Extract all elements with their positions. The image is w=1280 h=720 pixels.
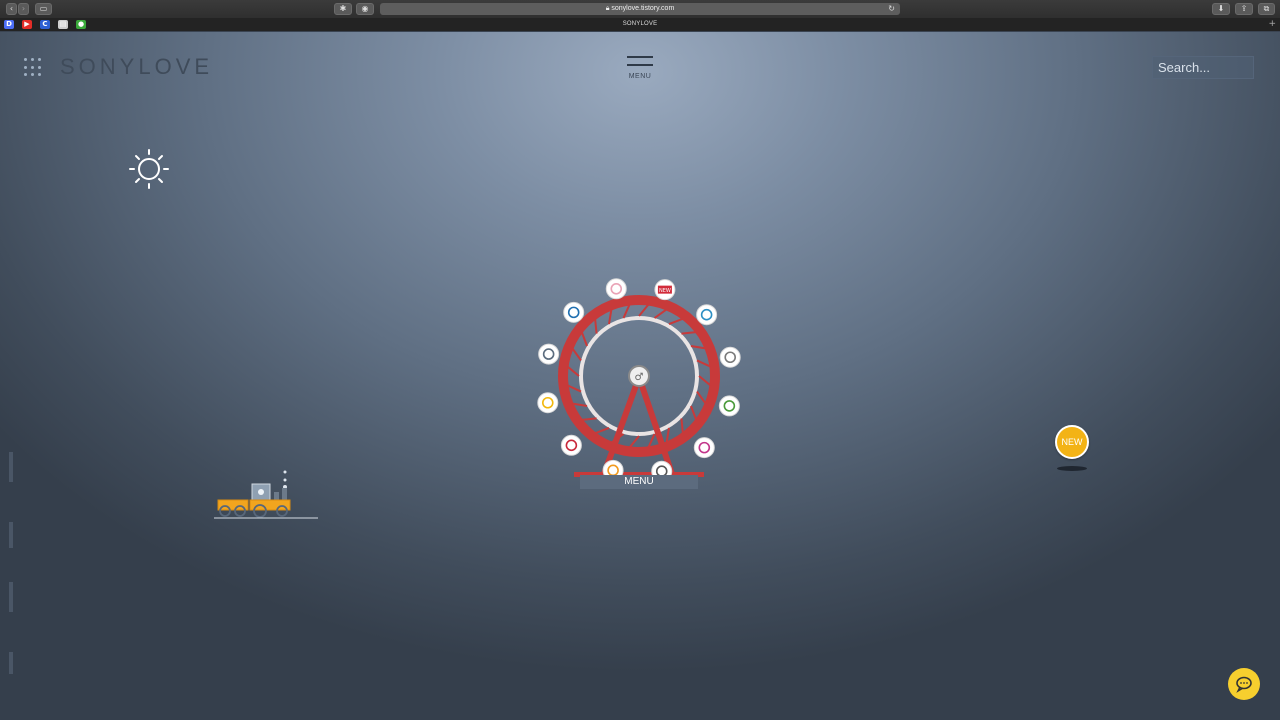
reload-icon[interactable]: ↻ [888,3,895,15]
clock-icon[interactable] [696,304,718,326]
wheel-structure [558,295,720,477]
camera-icon[interactable] [563,301,585,323]
youtube-favicon[interactable]: ▶ [22,20,32,29]
tabs-overview-icon[interactable]: ⧉ [1258,3,1275,15]
back-button[interactable]: ‹ [6,3,17,15]
new-tag-icon[interactable]: NEW [654,279,676,301]
new-tab-button[interactable]: + [1268,18,1276,30]
hamburger-icon [627,56,653,58]
chat-bubble-icon [1236,676,1252,693]
tab-title[interactable]: SONYLOVE [0,18,1280,31]
page-background: SONYLOVE MENU ♂ [0,32,1280,720]
ferris-wheel[interactable]: ♂ NEW [532,270,748,492]
tools-icon[interactable] [719,346,741,368]
new-badge-button[interactable]: NEW [1055,425,1089,459]
lock-icon: 🔒︎ [605,5,610,12]
display-icon[interactable] [538,343,560,365]
address-url: sonylove.tistory.com [611,5,675,12]
new-badge-shadow [1057,466,1087,471]
d-favicon[interactable]: D [4,20,14,29]
browser-chrome: ‹ › ▭ ✱ ◉ 🔒︎ sonylove.tistory.com ↻ ⬇ ⇪ … [0,0,1280,31]
tree-icon[interactable] [718,395,740,417]
reader-icon[interactable]: ✱ [334,3,352,15]
wheel-menu-button[interactable]: MENU [580,475,698,489]
download-icon[interactable]: ⬇ [1212,3,1230,15]
speaker-icon[interactable] [537,392,559,414]
wheel-hub[interactable]: ♂ [628,365,650,387]
top-menu-button[interactable]: MENU [624,54,656,82]
site-logo[interactable]: SONYLOVE [60,54,213,80]
menu-label: MENU [628,73,652,80]
sidebar-toggle-icon[interactable]: ▭ [35,3,52,15]
info-icon[interactable] [693,437,715,459]
tab-bar: D ▶ C ▤ ● SONYLOVE + [0,18,1280,31]
logo-grid-icon[interactable] [24,58,44,78]
svg-text:♂: ♂ [635,372,644,383]
c-favicon[interactable]: C [40,20,50,29]
search-input[interactable] [1152,56,1254,79]
share-icon[interactable]: ⇪ [1235,3,1253,15]
page-favicon[interactable]: ▤ [58,20,68,29]
sun-icon [129,149,169,189]
train-icon[interactable] [214,468,318,520]
hamburger-icon-bar [627,64,653,66]
forward-button[interactable]: › [18,3,29,15]
green-favicon[interactable]: ● [76,20,86,29]
chat-button[interactable] [1228,668,1260,700]
cup-icon[interactable] [605,278,627,300]
side-decoration [9,452,15,692]
browser-toolbar: ‹ › ▭ ✱ ◉ 🔒︎ sonylove.tistory.com ↻ ⬇ ⇪ … [0,0,1280,18]
address-bar[interactable]: 🔒︎ sonylove.tistory.com ↻ [380,3,900,15]
disc-icon[interactable] [560,434,582,456]
extension-icon[interactable]: ◉ [356,3,374,15]
new-tag-label: NEW [659,288,671,294]
